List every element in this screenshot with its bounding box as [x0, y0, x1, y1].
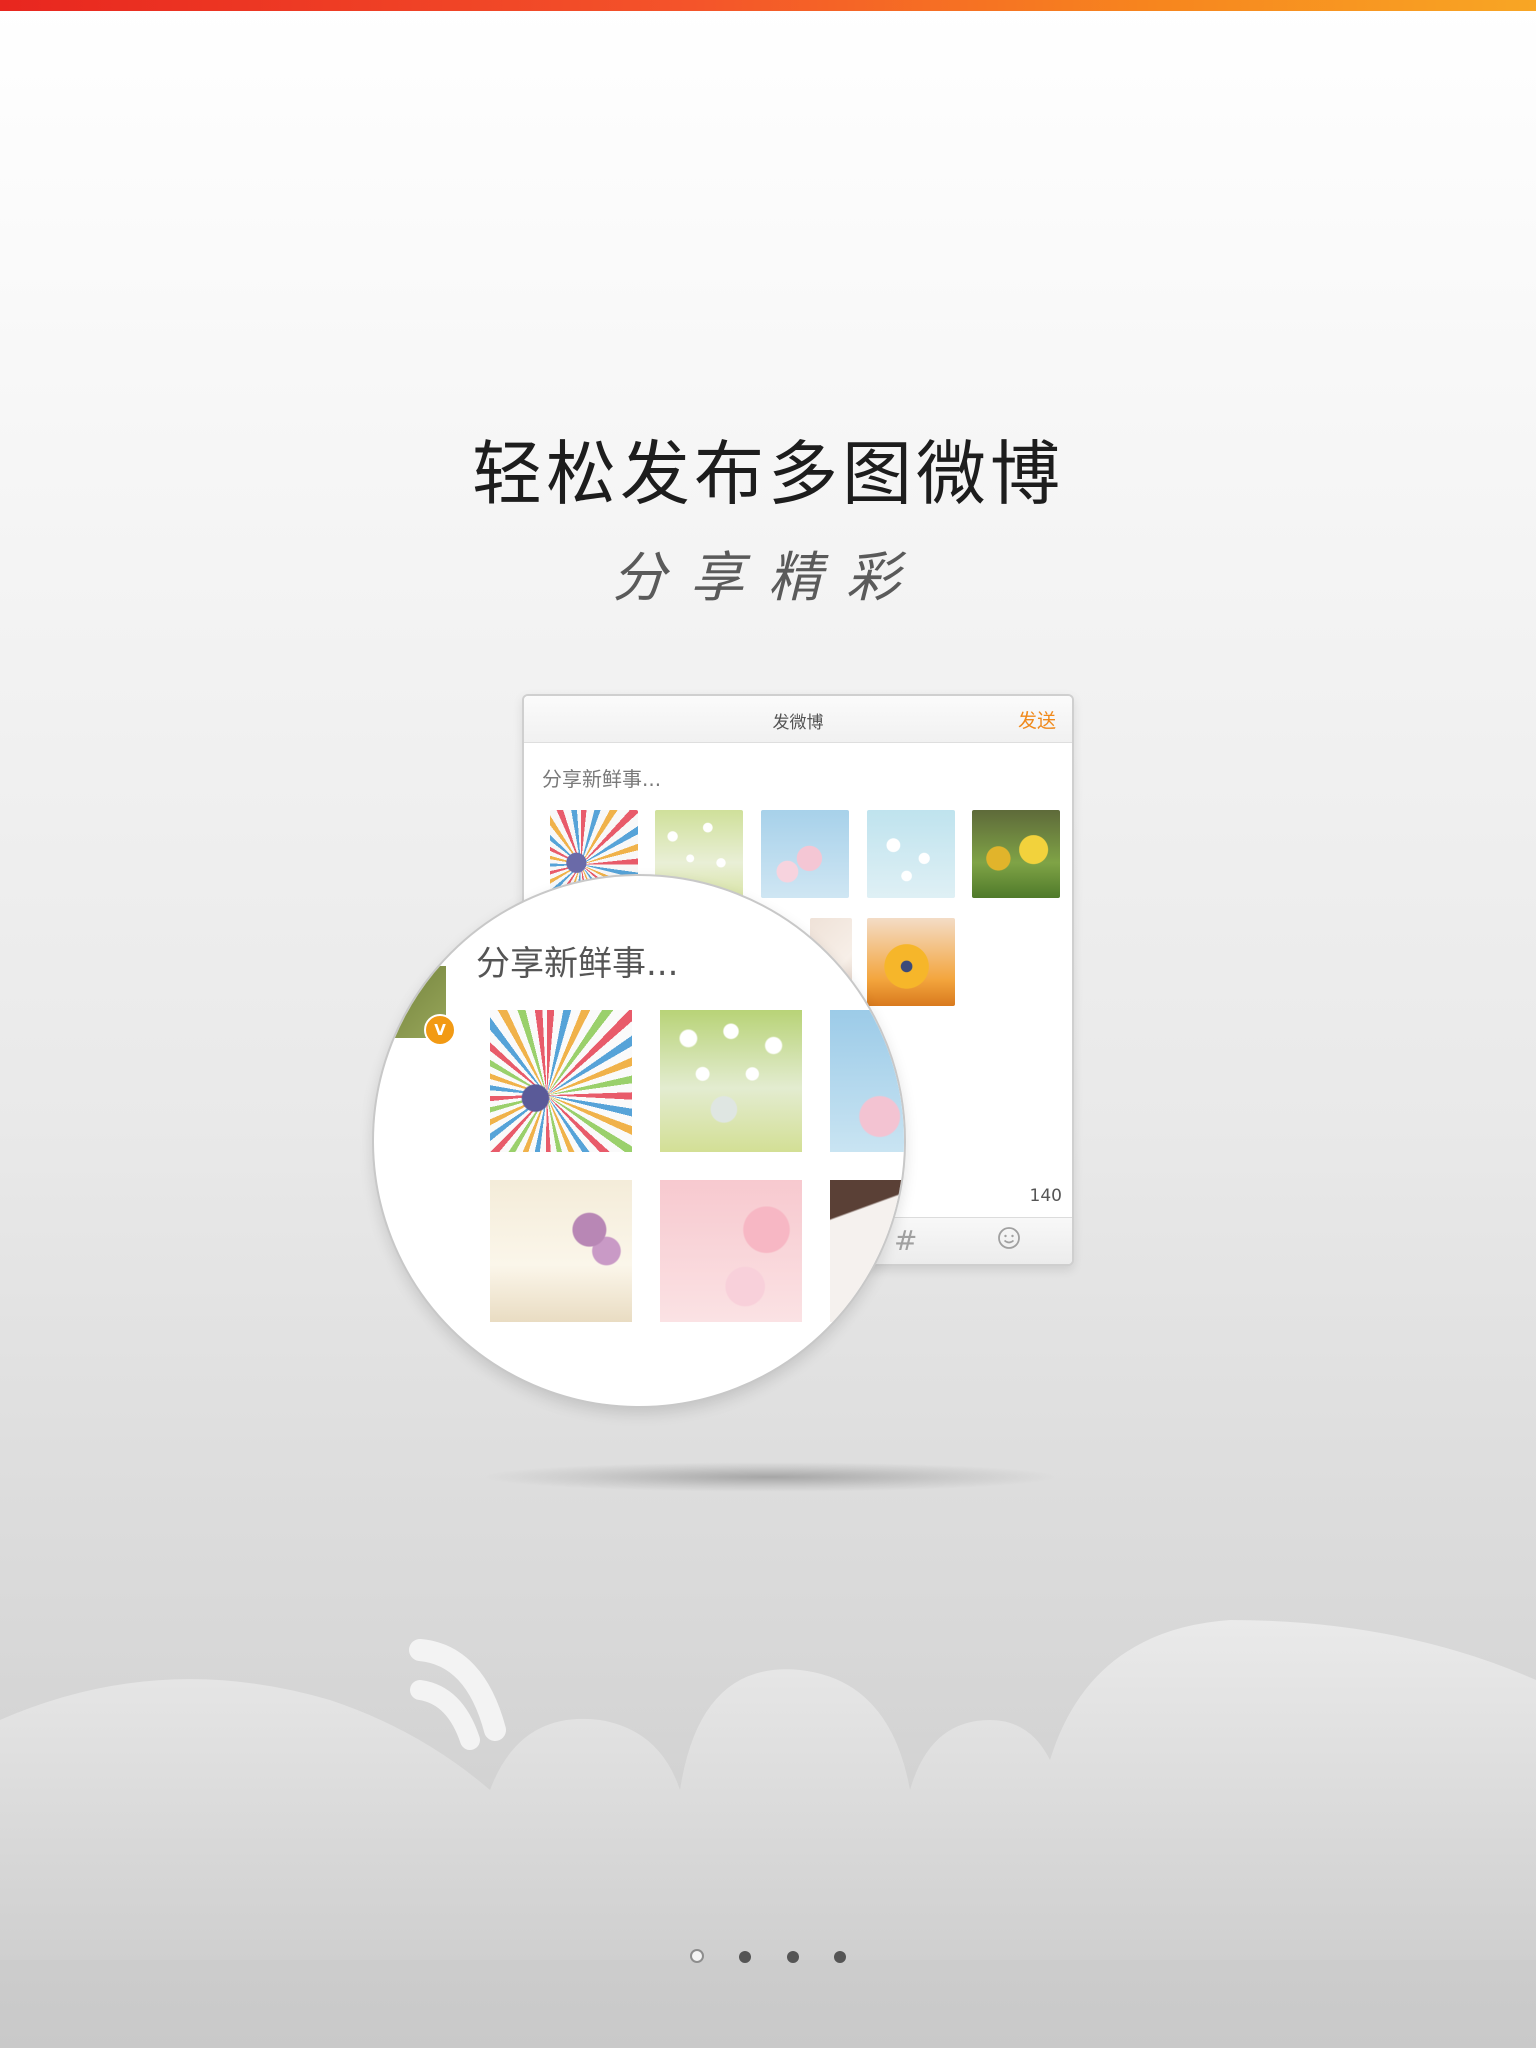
char-counter: 140: [1029, 1186, 1062, 1206]
compose-input[interactable]: 分享新鲜事...: [542, 763, 661, 792]
magnified-photo: [660, 1010, 802, 1152]
pagination-dots: [0, 1948, 1536, 1968]
photo-thumbnail[interactable]: [867, 918, 955, 1006]
page-dot-4[interactable]: [833, 1951, 846, 1963]
compose-header: 发微博 发送: [524, 696, 1072, 743]
magnified-photo: [490, 1180, 632, 1322]
magnifier-lens: V 分享新鲜事...: [372, 874, 906, 1408]
page-dot-3[interactable]: [786, 1951, 799, 1963]
magnified-photo: [490, 1010, 632, 1152]
page-dot-1[interactable]: [690, 1949, 705, 1963]
photo-thumbnail[interactable]: [972, 810, 1060, 898]
photo-thumbnail[interactable]: [867, 810, 955, 898]
top-accent-bar: [0, 0, 1536, 11]
cloud-illustration: [0, 1620, 1536, 1960]
vip-badge: V: [424, 1014, 456, 1046]
magnified-photo: [830, 1180, 904, 1322]
magnified-photo: [660, 1180, 802, 1322]
card-shadow: [480, 1462, 1060, 1492]
send-button[interactable]: 发送: [1018, 706, 1056, 733]
page-subtitle: 分享精彩: [612, 546, 924, 609]
emoji-icon[interactable]: [997, 1226, 1021, 1250]
magnified-compose-input: 分享新鲜事...: [476, 944, 679, 984]
page-title: 轻松发布多图微博: [472, 433, 1064, 515]
page-dot-2[interactable]: [739, 1951, 752, 1963]
compose-title: 发微博: [772, 713, 824, 733]
magnified-photo: [830, 1010, 904, 1152]
photo-thumbnail[interactable]: [761, 810, 849, 898]
